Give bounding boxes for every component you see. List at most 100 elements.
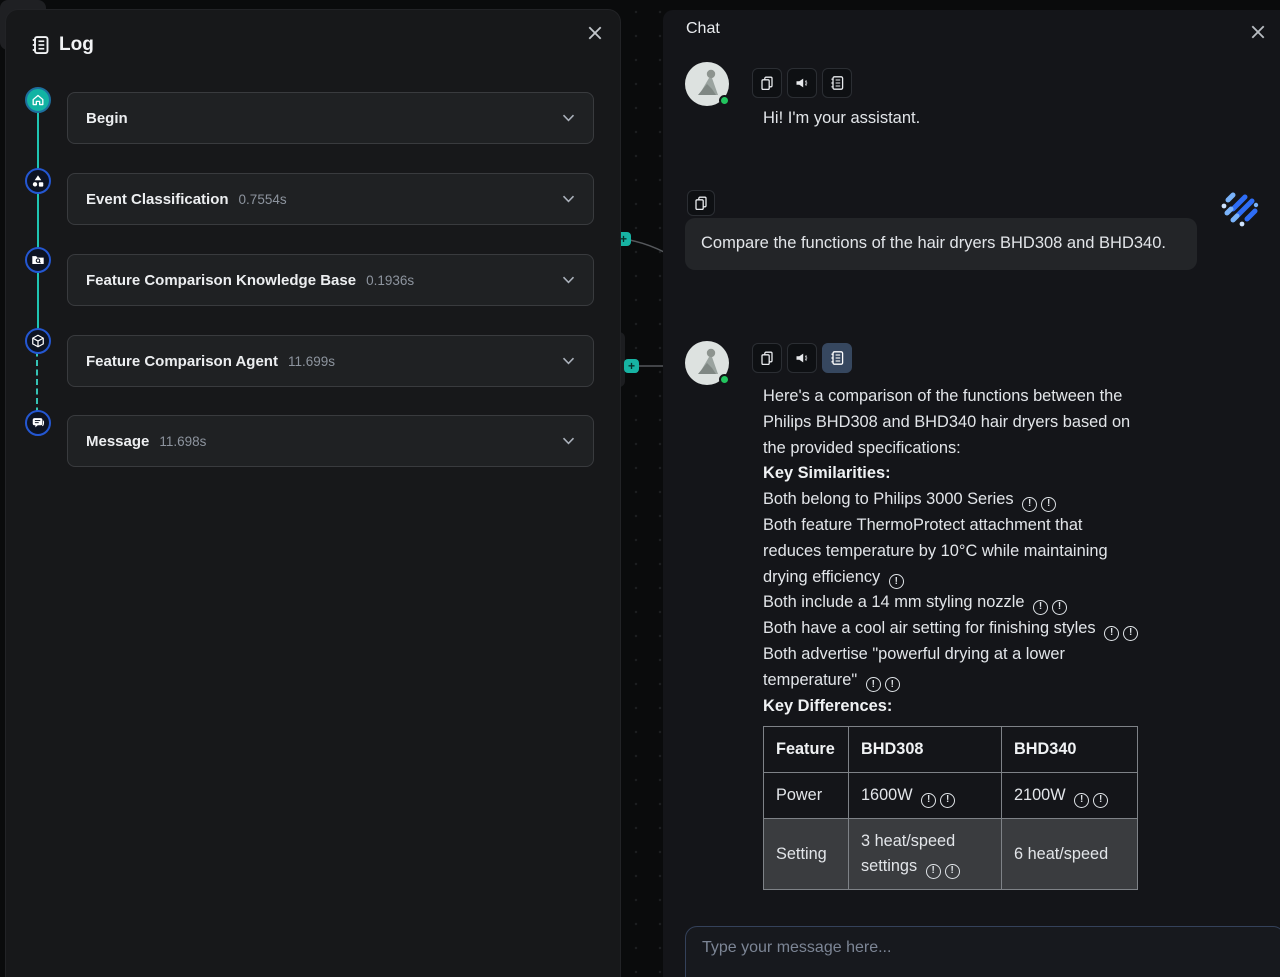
plus-icon: + <box>628 360 635 372</box>
read-aloud-button[interactable] <box>787 68 817 98</box>
similarity-item: Both belong to Philips 3000 Series !! <box>763 487 1140 513</box>
step-duration: 11.698s <box>159 434 206 449</box>
chat-bubbles-icon <box>31 416 45 430</box>
log-step-knowledge-base[interactable]: Feature Comparison Knowledge Base 0.1936… <box>67 254 594 306</box>
classification-icon <box>31 174 45 188</box>
table-header-row: Feature BHD308 BHD340 <box>764 727 1138 773</box>
log-step-begin[interactable]: Begin <box>67 92 594 144</box>
assistant-greeting-text: Hi! I'm your assistant. <box>763 109 920 128</box>
log-panel-header: Log <box>30 34 94 56</box>
citation-icon[interactable]: ! <box>1052 600 1067 615</box>
step-icon-begin <box>25 87 51 113</box>
similarity-item: Both feature ThermoProtect attachment th… <box>763 513 1140 590</box>
log-button[interactable] <box>822 68 852 98</box>
table-cell: 2100W !! <box>1002 773 1138 819</box>
user-message-text: Compare the functions of the hair dryers… <box>701 234 1166 252</box>
similarity-item: Both advertise "powerful drying at a low… <box>763 642 1140 694</box>
step-icon-event-classification <box>25 168 51 194</box>
citation-icon[interactable]: ! <box>866 677 881 692</box>
log-close-button[interactable] <box>586 24 604 42</box>
message-actions <box>752 68 852 98</box>
node-port-handle[interactable]: + <box>624 359 639 373</box>
table-row-highlighted: Setting 3 heat/speed settings !! 6 heat/… <box>764 819 1138 890</box>
citation-icon[interactable]: ! <box>1093 793 1108 808</box>
copy-button[interactable] <box>687 190 715 216</box>
folder-search-icon <box>31 253 45 267</box>
chevron-down-icon[interactable] <box>562 357 575 365</box>
citation-icon[interactable]: ! <box>926 864 941 879</box>
notebook-icon <box>30 35 50 55</box>
step-label: Feature Comparison Knowledge Base <box>86 272 356 289</box>
citation-icon[interactable]: ! <box>885 677 900 692</box>
chevron-down-icon[interactable] <box>562 195 575 203</box>
citation-icon[interactable]: ! <box>940 793 955 808</box>
similarity-item: Both have a cool air setting for finishi… <box>763 616 1140 642</box>
log-step-message[interactable]: Message 11.698s <box>67 415 594 467</box>
comparison-intro: Here's a comparison of the functions bet… <box>763 384 1140 461</box>
citation-icon[interactable]: ! <box>1022 497 1037 512</box>
citation-icon[interactable]: ! <box>945 864 960 879</box>
close-icon <box>587 25 603 41</box>
copy-button[interactable] <box>752 343 782 373</box>
copy-icon <box>693 195 709 211</box>
step-label: Feature Comparison Agent <box>86 353 278 370</box>
chat-panel: Chat <box>663 10 1280 977</box>
chat-panel-title: Chat <box>686 20 720 38</box>
assistant-avatar <box>685 341 729 385</box>
table-header-bhd308: BHD308 <box>849 727 1002 773</box>
table-header-feature: Feature <box>764 727 849 773</box>
online-status-dot <box>719 95 730 106</box>
copy-icon <box>759 75 775 91</box>
log-icon <box>829 75 845 91</box>
citation-icon[interactable]: ! <box>1074 793 1089 808</box>
message-actions <box>752 343 852 373</box>
table-cell: 3 heat/speed settings !! <box>849 819 1002 890</box>
step-icon-agent <box>25 328 51 354</box>
table-cell: 6 heat/speed <box>1002 819 1138 890</box>
sound-icon <box>794 350 810 366</box>
close-icon <box>1250 24 1266 40</box>
table-row: Power 1600W !! 2100W !! <box>764 773 1138 819</box>
log-panel: Log <box>6 10 620 977</box>
log-button-active[interactable] <box>822 343 852 373</box>
copy-button[interactable] <box>752 68 782 98</box>
step-icon-message <box>25 410 51 436</box>
chat-input[interactable] <box>685 926 1280 977</box>
cube-icon <box>31 334 45 348</box>
chevron-down-icon[interactable] <box>562 437 575 445</box>
similarity-item: Both include a 14 mm styling nozzle !! <box>763 590 1140 616</box>
citation-icon[interactable]: ! <box>1041 497 1056 512</box>
differences-heading: Key Differences: <box>763 694 1140 720</box>
plus-icon: + <box>620 233 627 245</box>
citation-icon[interactable]: ! <box>1033 600 1048 615</box>
citation-icon[interactable]: ! <box>1104 626 1119 641</box>
step-icon-knowledge-base <box>25 247 51 273</box>
citation-icon[interactable]: ! <box>889 574 904 589</box>
assistant-message-body: Here's a comparison of the functions bet… <box>763 384 1140 890</box>
citation-icon[interactable]: ! <box>921 793 936 808</box>
table-cell: Setting <box>764 819 849 890</box>
read-aloud-button[interactable] <box>787 343 817 373</box>
step-label: Begin <box>86 110 128 127</box>
home-icon <box>31 93 45 107</box>
chat-close-button[interactable] <box>1249 23 1267 41</box>
online-status-dot <box>719 374 730 385</box>
chevron-down-icon[interactable] <box>562 114 575 122</box>
table-cell: Power <box>764 773 849 819</box>
similarities-heading: Key Similarities: <box>763 461 1140 487</box>
step-duration: 0.7554s <box>239 192 287 207</box>
table-cell: 1600W !! <box>849 773 1002 819</box>
log-icon <box>829 350 845 366</box>
citation-icon[interactable]: ! <box>1123 626 1138 641</box>
step-duration: 11.699s <box>288 354 335 369</box>
step-label: Message <box>86 433 149 450</box>
log-step-event-classification[interactable]: Event Classification 0.7554s <box>67 173 594 225</box>
brand-logo <box>1219 188 1261 230</box>
table-header-bhd340: BHD340 <box>1002 727 1138 773</box>
chevron-down-icon[interactable] <box>562 276 575 284</box>
comparison-table: Feature BHD308 BHD340 Power 1600W !! 210… <box>763 726 1138 890</box>
user-message-bubble: Compare the functions of the hair dryers… <box>685 218 1197 270</box>
timeline-connector-solid <box>37 100 39 341</box>
step-label: Event Classification <box>86 191 229 208</box>
log-step-agent[interactable]: Feature Comparison Agent 11.699s <box>67 335 594 387</box>
